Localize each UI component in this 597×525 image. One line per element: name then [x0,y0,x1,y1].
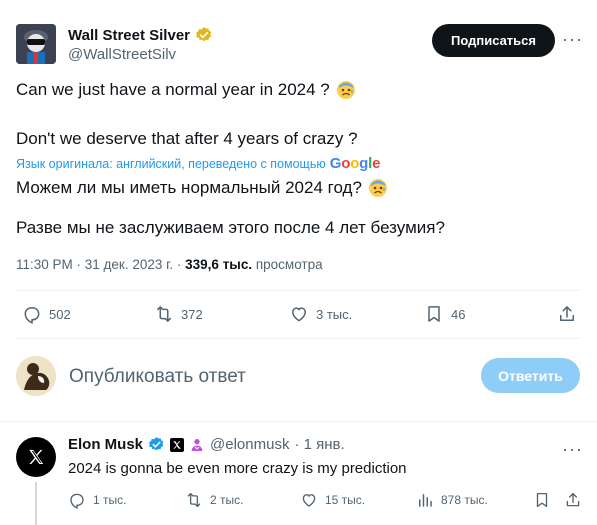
share-icon [566,492,580,507]
bookmark-count: 46 [451,306,466,322]
tweet-meta: 11:30 PM · 31 дек. 2023 г. · 339,6 тыс. … [16,257,323,272]
author-handle[interactable]: @WallStreetSilv [68,46,176,63]
verified-blue-icon[interactable] [148,436,165,453]
thread-line [35,482,37,525]
x-affiliate-icon[interactable] [170,437,185,452]
repost-count: 372 [181,306,203,322]
divider [16,338,581,339]
reply-author-name[interactable]: Elon Musk [68,436,143,453]
translation-line-1: Можем ли мы иметь нормальный 2024 год? [16,178,388,198]
bookmark-icon [536,492,548,508]
reply-repost-count: 2 тыс. [210,493,244,507]
views-count: 339,6 тыс. [185,257,253,272]
tweet-line-2: Don't we deserve that after 4 years of c… [16,129,358,148]
like-count: 3 тыс. [316,306,353,322]
author-name[interactable]: Wall Street Silver [68,27,190,44]
tweet-text-line-1: Can we just have a normal year in 2024 ? [16,80,356,100]
repost-button[interactable]: 372 [154,304,203,324]
anxious-emoji-icon [336,81,355,99]
tweet-timestamp[interactable]: 11:30 PM · 31 дек. 2023 г. · [16,257,185,272]
follow-button[interactable]: Подписаться [432,24,555,57]
bookmark-button[interactable]: 46 [424,304,465,324]
author-name-row[interactable]: Wall Street Silver [68,26,213,44]
reply-like-button[interactable]: 15 тыс. [300,491,365,509]
reply-header: Elon Musk @elonmusk · 1 янв. [68,436,345,453]
like-icon [302,494,316,507]
author-avatar[interactable] [16,24,56,64]
reply-repost-button[interactable]: 2 тыс. [185,491,243,509]
more-icon[interactable]: ··· [562,30,583,48]
current-user-avatar[interactable] [16,356,56,396]
x-logo-icon [29,449,44,464]
reply-author-handle[interactable]: @elonmusk [210,436,289,453]
reply-reply-count: 1 тыс. [93,493,127,507]
reply-reply-button[interactable]: 1 тыс. [68,491,126,509]
reply-views-button[interactable]: 878 тыс. [416,491,488,509]
repost-icon [187,492,201,508]
repost-icon [157,306,171,322]
reply-bookmark-button[interactable] [533,491,551,509]
views-label: просмотра [252,257,323,272]
share-icon [560,306,574,321]
reply-submit-button[interactable]: Ответить [481,358,580,393]
bookmark-icon [428,306,440,322]
translation-line-2: Разве мы не заслуживаем этого после 4 ле… [16,218,445,237]
reply-text: 2024 is gonna be even more crazy is my p… [68,460,407,477]
google-logo: Google [329,155,381,172]
like-button[interactable]: 3 тыс. [289,304,352,324]
reply-views-count: 878 тыс. [441,493,488,507]
translation-notice-text[interactable]: Язык оригинала: английский, переведено с… [16,157,326,171]
views-icon [419,494,432,507]
reply-author-avatar[interactable] [16,437,56,477]
reply-button[interactable]: 502 [22,304,71,324]
reply-icon [70,493,84,509]
tweet-line-1: Can we just have a normal year in 2024 ? [16,80,330,99]
current-user-avatar-image [16,356,56,396]
reply-date[interactable]: · 1 янв. [294,436,344,453]
person-badge-icon[interactable] [189,437,205,453]
anxious-emoji-icon [368,179,387,197]
translation-notice[interactable]: Язык оригинала: английский, переведено с… [16,155,380,172]
reply-icon [24,307,40,324]
divider [0,421,597,422]
reply-more-icon[interactable]: ··· [562,440,583,458]
reply-input[interactable]: Опубликовать ответ [69,366,246,388]
share-button[interactable] [557,304,577,324]
reply-count: 502 [49,306,71,322]
verified-gold-icon[interactable] [195,26,213,44]
like-icon [291,307,307,322]
reply-share-button[interactable] [564,491,582,509]
reply-like-count: 15 тыс. [325,493,366,507]
divider [16,290,581,291]
translation-text-1: Можем ли мы иметь нормальный 2024 год? [16,178,362,197]
author-avatar-image [16,24,56,64]
x-logo-icon [173,440,181,449]
